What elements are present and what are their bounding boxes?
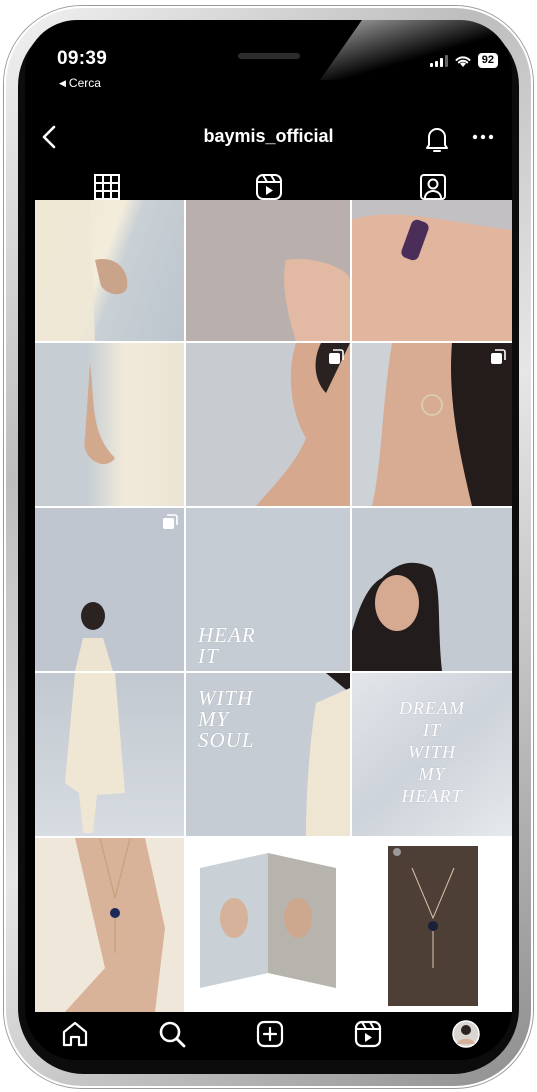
notification-bell-icon[interactable] [423, 124, 451, 154]
post-tile[interactable] [352, 343, 512, 506]
phone-screen: 09:39 ◀ Cerca 92 baymis_official HEAR IT… [25, 20, 512, 1060]
battery-indicator: 92 [477, 53, 498, 68]
post-image [256, 343, 350, 506]
reels-icon[interactable] [254, 172, 284, 202]
post-image [284, 259, 350, 341]
status-time: 09:39 [57, 48, 108, 69]
post-tile[interactable] [186, 838, 350, 1012]
post-image [352, 562, 442, 671]
plus-square-icon[interactable] [254, 1018, 286, 1050]
search-icon[interactable] [156, 1018, 188, 1050]
post-caption-text: DREAM IT WITH MY HEART [399, 698, 465, 806]
post-image [388, 846, 478, 1006]
post-image [200, 853, 336, 988]
back-to-app[interactable]: ◀ Cerca [59, 76, 101, 90]
post-tile[interactable] [35, 838, 184, 1012]
grid-icon[interactable] [92, 172, 122, 202]
post-tile[interactable] [186, 343, 350, 506]
post-image [372, 343, 512, 506]
multiple-posts-icon [163, 514, 178, 529]
tagged-user-icon[interactable] [418, 172, 448, 202]
back-triangle-icon: ◀ [59, 77, 66, 88]
post-tile[interactable] [352, 838, 512, 1012]
reels-icon[interactable] [352, 1018, 384, 1050]
bottom-navigation [25, 1012, 512, 1060]
wifi-icon [455, 55, 471, 67]
posts-grid: HEAR IT WITH MY SOUL DREAM IT WITH MY HE… [35, 200, 512, 1012]
multiple-posts-icon [329, 349, 344, 364]
post-tile[interactable] [352, 200, 512, 341]
post-image [84, 363, 115, 465]
profile-header: baymis_official [25, 116, 512, 160]
post-tile[interactable] [35, 673, 184, 836]
multiple-posts-icon [491, 349, 506, 364]
post-tile[interactable] [35, 200, 184, 341]
cellular-signal-icon [429, 54, 448, 67]
post-tile[interactable] [186, 200, 350, 341]
back-app-label: Cerca [68, 76, 101, 90]
profile-avatar[interactable] [450, 1018, 482, 1050]
post-image [75, 602, 113, 671]
post-image [35, 200, 128, 341]
post-tile[interactable]: WITH MY SOUL [186, 673, 350, 836]
post-caption-text: WITH MY SOUL [198, 686, 255, 752]
post-tile[interactable]: HEAR IT [186, 508, 350, 671]
status-indicators: 92 [429, 53, 498, 68]
post-tile[interactable] [35, 343, 184, 506]
post-caption-text: HEAR IT [198, 623, 256, 668]
post-image [352, 214, 512, 341]
post-tile[interactable] [35, 508, 184, 671]
home-icon[interactable] [59, 1018, 91, 1050]
more-options-icon[interactable] [471, 130, 495, 144]
screen-glare [319, 20, 512, 80]
post-image [35, 838, 184, 1012]
post-tile[interactable] [352, 508, 512, 671]
post-tile[interactable]: DREAM IT WITH MY HEART [352, 673, 512, 836]
speaker-grille [238, 53, 300, 59]
post-image [65, 673, 125, 833]
